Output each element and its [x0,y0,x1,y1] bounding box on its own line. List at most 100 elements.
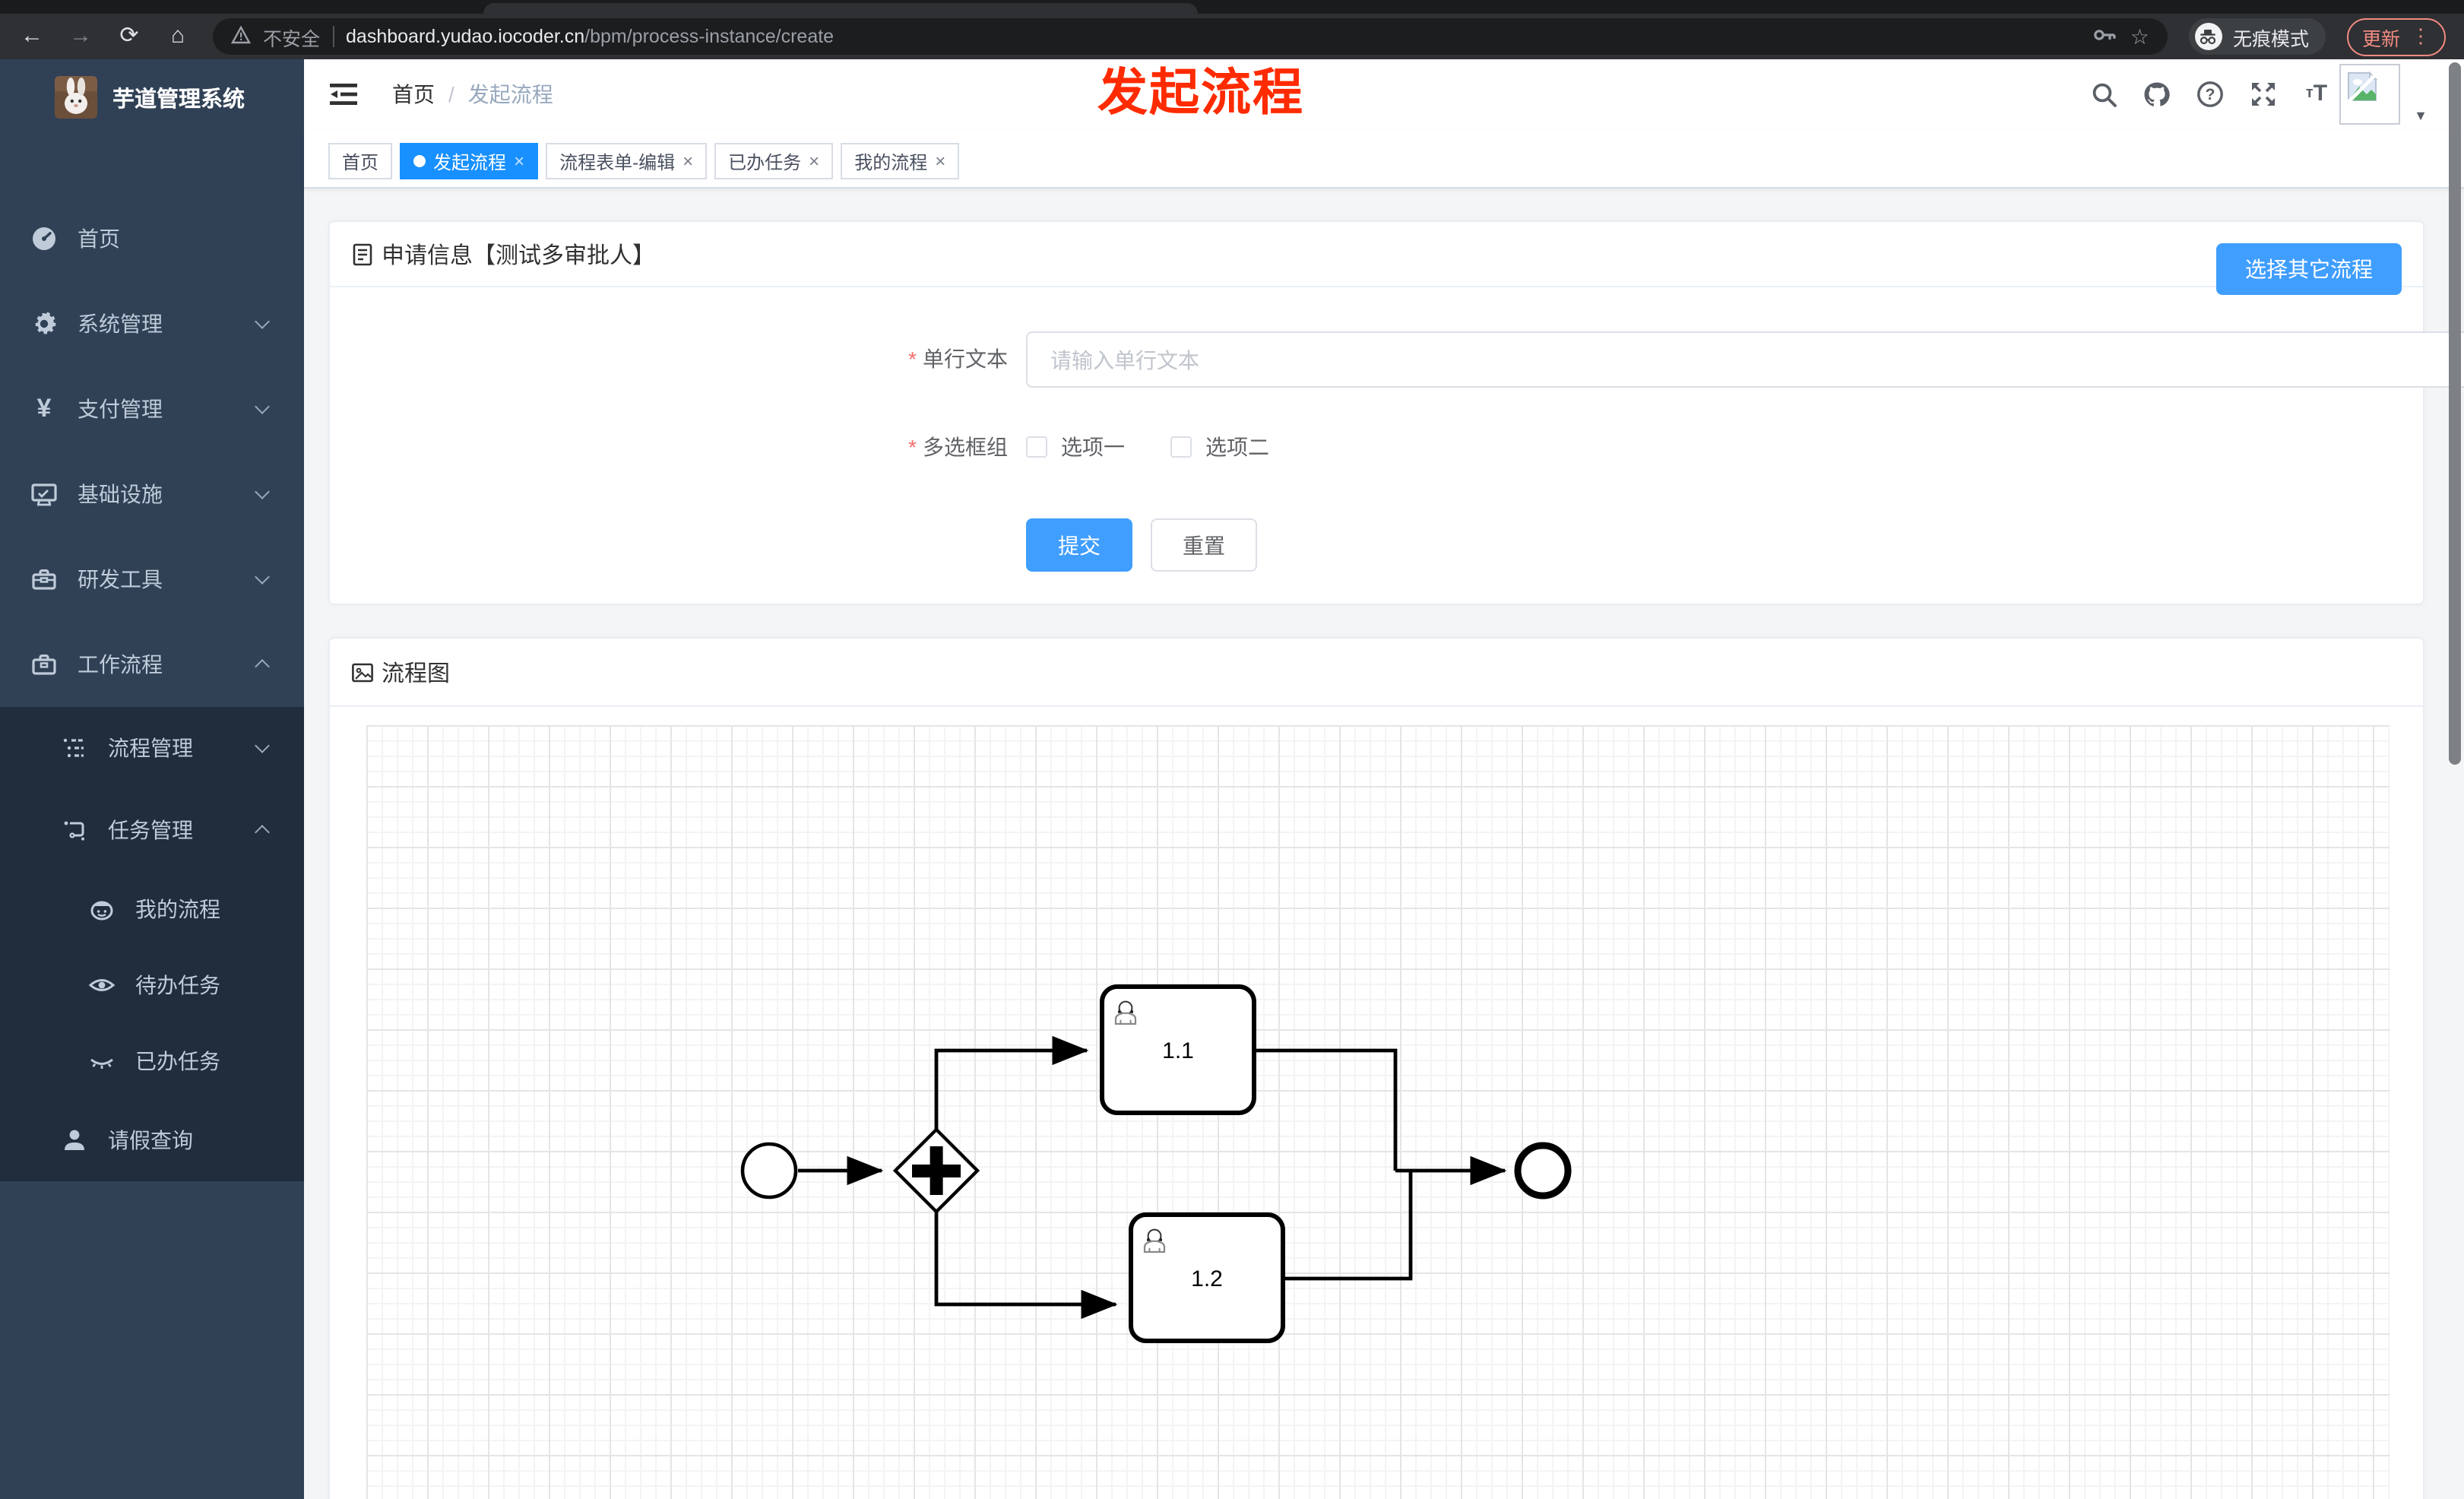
sidebar-item-leave-query[interactable]: 请假查询 [0,1099,304,1181]
sidebar-item-home[interactable]: 首页 [0,196,304,281]
screen: ← → ⟳ ⌂ 不安全 dashboard.yudao.iocoder.cn/b… [0,0,2464,1499]
bpmn-parallel-gateway [892,1127,980,1215]
sidebar-menu: 首页 系统管理 ¥ 支付管理 基础设施 研发工具 工作流程 流程管理 任务管理 … [0,196,304,1181]
incognito-badge: 无痕模式 [2188,18,2326,55]
tab-done-tasks[interactable]: 已办任务 × [714,143,834,179]
process-diagram-card: 流程图 1.1 1.2 [328,637,2424,1499]
browser-tabstrip [0,0,2464,14]
url-bar[interactable]: 不安全 dashboard.yudao.iocoder.cn/bpm/proce… [213,18,2168,55]
diagram-card-header: 流程图 [330,639,2423,707]
browser-menu-icon[interactable]: ⋮ [2411,24,2431,49]
bookmark-star-icon[interactable]: ☆ [2130,24,2149,49]
sidebar-item-payment[interactable]: ¥ 支付管理 [0,366,304,452]
chevron-down-icon [255,314,270,329]
bpmn-start-event [740,1142,798,1200]
flow-gateway-to-task1 [934,1035,1089,1130]
diagram-card-title: 流程图 [382,661,451,686]
reset-button[interactable]: 重置 [1151,518,1257,572]
forward-button[interactable]: → [67,14,94,59]
tab-label: 流程表单-编辑 [559,151,676,173]
app-logo-row[interactable]: 芋道管理系统 [0,59,304,135]
fullscreen-icon[interactable] [2250,81,2277,108]
github-icon[interactable] [2143,81,2171,108]
single-line-field-label: * 单行文本 [908,347,1008,371]
sidebar-item-system[interactable]: 系统管理 [0,281,304,366]
checkbox-option-1-label[interactable]: 选项一 [1061,432,1125,462]
tags-view-bar: 首页 发起流程 × 流程表单-编辑 × 已办任务 × 我的流程 × [304,129,2464,189]
tab-start-process[interactable]: 发起流程 × [400,143,539,179]
briefcase-icon [30,651,58,678]
sidebar-item-devtools[interactable]: 研发工具 [0,537,304,622]
eye-closed-icon [88,1047,116,1075]
help-icon[interactable]: ? [2196,81,2224,108]
chevron-down-icon [255,484,270,499]
sidebar-item-infra[interactable]: 基础设施 [0,452,304,537]
browser-active-tab[interactable] [483,3,1198,14]
tab-home[interactable]: 首页 [328,143,393,179]
bpmn-user-task-2: 1.2 [1129,1212,1285,1343]
security-label[interactable]: 不安全 [263,22,320,51]
monitor-icon [30,480,58,508]
sidebar-item-todo-tasks[interactable]: 待办任务 [0,947,304,1023]
breadcrumb-home[interactable]: 首页 [392,79,435,109]
search-icon[interactable] [2090,81,2117,108]
page-scrollbar-thumb[interactable] [2449,62,2461,765]
sidebar-item-task-mgmt[interactable]: 任务管理 [0,789,304,871]
chevron-up-icon [255,659,270,674]
browser-update-button[interactable]: 更新 ⋮ [2346,17,2446,55]
close-icon[interactable]: × [683,152,693,170]
sidebar: 芋道管理系统 首页 系统管理 ¥ 支付管理 基础设施 研发工具 工作流程 流程管… [0,59,304,1499]
incognito-label: 无痕模式 [2232,28,2309,49]
url-path: /bpm/process-instance/create [584,26,835,47]
sidebar-item-label: 研发工具 [78,567,163,591]
workflow-submenu: 流程管理 任务管理 我的流程 待办任务 已办任务 请假查询 [0,707,304,1181]
font-size-icon[interactable]: тT [2303,81,2330,108]
tab-form-edit[interactable]: 流程表单-编辑 × [546,143,708,179]
tab-label: 我的流程 [854,151,928,173]
bpmn-canvas[interactable]: 1.1 1.2 [366,725,2390,1499]
back-button[interactable]: ← [18,14,46,59]
breadcrumb: 首页 / 发起流程 [392,59,553,129]
yen-icon: ¥ [36,394,52,423]
tab-label: 首页 [342,151,379,173]
avatar[interactable] [2339,64,2400,125]
robot-face-icon [88,895,116,923]
checkbox-option-1[interactable] [1026,436,1047,458]
checkbox-option-2-label[interactable]: 选项二 [1205,432,1269,462]
chevron-down-icon [255,399,270,414]
bpmn-user-task-1: 1.1 [1100,984,1256,1115]
close-icon[interactable]: × [935,152,945,170]
sidebar-item-done-tasks[interactable]: 已办任务 [0,1023,304,1099]
chevron-down-icon [255,738,270,753]
required-mark: * [908,435,917,459]
tab-my-process[interactable]: 我的流程 × [841,143,960,179]
tab-label: 发起流程 [433,151,507,173]
sidebar-item-label: 请假查询 [108,1128,193,1152]
update-label: 更新 [2361,28,2400,49]
sidebar-toggle-icon[interactable] [328,79,359,109]
sidebar-item-my-process[interactable]: 我的流程 [0,871,304,947]
reload-button[interactable]: ⟳ [116,14,143,59]
flow-task2-to-merge [1283,1171,1413,1281]
sidebar-item-process-mgmt[interactable]: 流程管理 [0,707,304,789]
home-button[interactable]: ⌂ [164,14,192,59]
user-icon [61,1127,88,1154]
choose-other-process-button[interactable]: 选择其它流程 [2216,243,2402,295]
toolbox-icon [30,566,58,593]
avatar-caret-icon[interactable]: ▼ [2414,108,2428,123]
checkbox-option-2[interactable] [1170,436,1192,458]
close-icon[interactable]: × [809,152,819,170]
password-key-icon[interactable] [2094,25,2118,48]
sidebar-item-label: 已办任务 [135,1049,220,1073]
submit-button[interactable]: 提交 [1026,518,1132,572]
sidebar-item-workflow[interactable]: 工作流程 [0,622,304,707]
page-header: 首页 / 发起流程 ? тT ▼ [304,59,2464,131]
close-icon[interactable]: × [514,152,524,170]
breadcrumb-separator: / [448,82,454,106]
sidebar-item-label: 任务管理 [108,818,193,842]
url-text: dashboard.yudao.iocoder.cn/bpm/process-i… [346,26,834,47]
sidebar-item-label: 基础设施 [78,482,163,506]
single-line-text-input[interactable] [1026,331,2464,388]
flow-branch-icon [61,816,88,844]
header-actions: ? тT [2090,59,2330,129]
